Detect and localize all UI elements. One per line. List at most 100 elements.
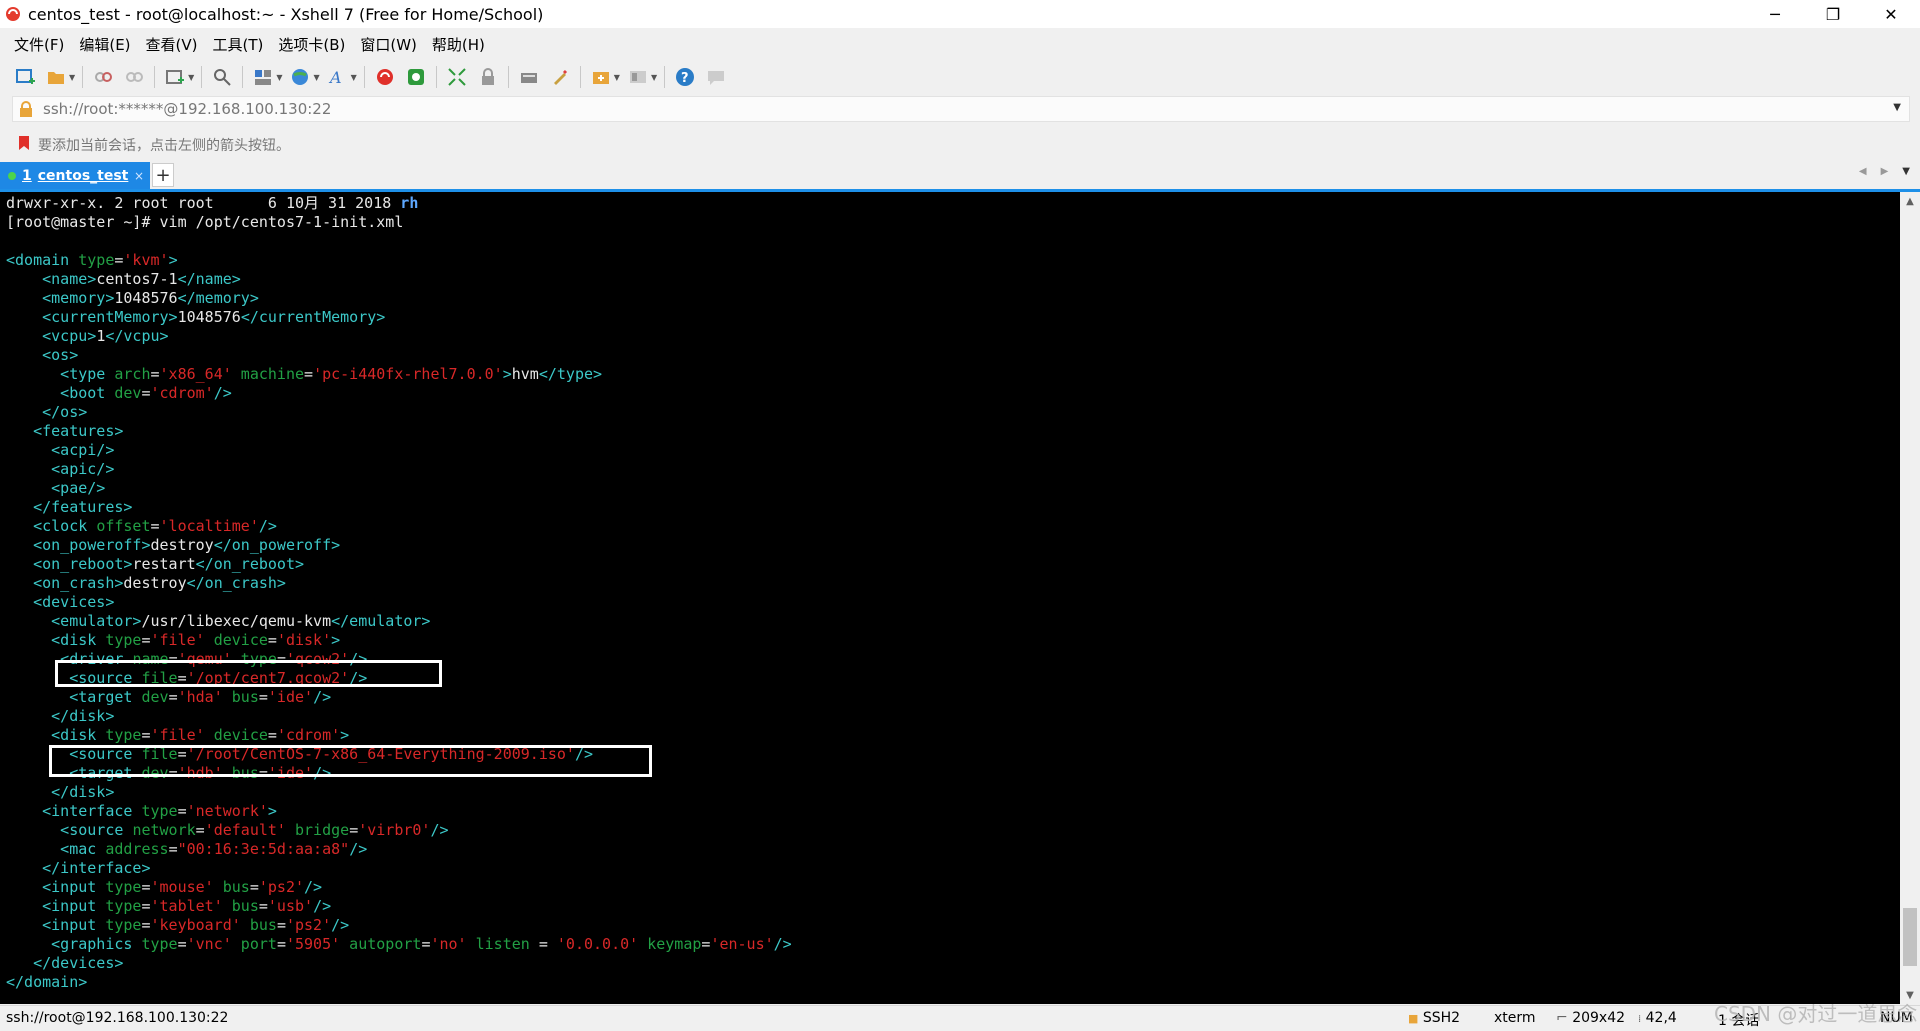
terminal-line: <graphics type='vnc' port='5905' autopor… — [6, 935, 792, 954]
terminal-token: <input — [6, 897, 106, 915]
terminal-line: </interface> — [6, 859, 150, 878]
chevron-down-icon[interactable]: ▼ — [351, 73, 357, 82]
tab-scroll-right-icon[interactable]: ▶ — [1881, 166, 1889, 177]
terminal-token: <vcpu> — [6, 327, 97, 345]
search-icon[interactable] — [211, 66, 233, 88]
globe-icon[interactable] — [289, 66, 311, 88]
chevron-down-icon[interactable]: ▼ — [614, 73, 620, 82]
add-tab-button[interactable]: + — [152, 163, 174, 187]
tab-menu-icon[interactable]: ▼ — [1902, 166, 1910, 177]
terminal-token: </type> — [538, 365, 603, 383]
menu-file[interactable]: 文件(F) — [14, 34, 64, 55]
layout-icon[interactable] — [252, 66, 274, 88]
terminal-token: type — [141, 802, 178, 820]
terminal-line: </disk> — [6, 707, 114, 726]
chevron-down-icon[interactable]: ▼ — [188, 73, 194, 82]
restore-button[interactable]: ❐ — [1804, 0, 1862, 28]
chevron-down-icon[interactable]: ▼ — [276, 73, 282, 82]
terminal-line: <input type='tablet' bus='usb'/> — [6, 897, 331, 916]
new-tab-icon[interactable] — [164, 66, 186, 88]
terminal-token: /> — [349, 840, 368, 858]
help-icon[interactable]: ? — [674, 66, 696, 88]
menu-bar: 文件(F) 编辑(E) 查看(V) 工具(T) 选项卡(B) 窗口(W) 帮助(… — [0, 30, 500, 58]
terminal-scrollbar[interactable]: ▲ ▼ — [1900, 192, 1920, 1004]
terminal-token: 'vnc' — [186, 935, 232, 953]
scroll-up-icon[interactable]: ▲ — [1900, 192, 1920, 210]
terminal-line: <disk type='file' device='disk'> — [6, 631, 340, 650]
terminal-output[interactable]: </domain> </devices> <graphics type='vnc… — [0, 192, 1900, 1004]
terminal-token: </emulator> — [331, 612, 431, 630]
lock-icon[interactable] — [477, 66, 499, 88]
terminal-token: 'kvm' — [123, 251, 169, 269]
quick-command-icon[interactable] — [590, 66, 612, 88]
address-input[interactable]: ssh://root:******@192.168.100.130:22 — [43, 100, 331, 118]
terminal-token: /> — [331, 916, 350, 934]
terminal-line: <vcpu>1</vcpu> — [6, 327, 168, 346]
compose-icon[interactable] — [627, 66, 649, 88]
xftp-icon[interactable] — [374, 66, 396, 88]
terminal-line: <currentMemory>1048576</currentMemory> — [6, 308, 385, 327]
terminal-token: <disk — [6, 631, 106, 649]
terminal-token: > — [502, 365, 512, 383]
terminal-line: <source network='default' bridge='virbr0… — [6, 821, 448, 840]
terminal-token: '0.0.0.0' — [556, 935, 639, 953]
terminal-token: <apic/> — [6, 460, 115, 478]
terminal-token: type — [78, 251, 115, 269]
terminal-line: <type arch='x86_64' machine='pc-i440fx-r… — [6, 365, 602, 384]
fullscreen-icon[interactable] — [446, 66, 468, 88]
terminal-token: device — [204, 631, 268, 649]
terminal-token: /usr/libexec/qemu-kvm — [141, 612, 332, 630]
menu-edit[interactable]: 编辑(E) — [79, 34, 130, 55]
terminal-line: <on_crash>destroy</on_crash> — [6, 574, 286, 593]
keyboard-icon[interactable] — [518, 66, 540, 88]
font-icon[interactable]: A — [327, 66, 349, 88]
open-folder-icon[interactable] — [45, 66, 67, 88]
connect-icon[interactable] — [92, 66, 114, 88]
menu-tools[interactable]: 工具(T) — [213, 34, 264, 55]
menu-window[interactable]: 窗口(W) — [360, 34, 417, 55]
svg-text:A: A — [328, 68, 342, 87]
tab-scroll-left-icon[interactable]: ◀ — [1859, 166, 1867, 177]
terminal-token: /> — [773, 935, 792, 953]
terminal-token: 'disk' — [276, 631, 332, 649]
minimize-button[interactable]: ─ — [1746, 0, 1804, 28]
terminal-token: type — [105, 726, 142, 744]
terminal-token: <on_crash> — [6, 574, 124, 592]
address-bar[interactable]: ssh://root:******@192.168.100.130:22 ▼ — [12, 96, 1910, 122]
cursor-icon: ⁞ — [1638, 1014, 1642, 1025]
terminal-token: autoport — [340, 935, 422, 953]
disconnect-icon[interactable] — [123, 66, 145, 88]
tab-bar: 1 centos_test × + ◀ ▶ ▼ — [0, 160, 1920, 192]
terminal-token: 'hda' — [177, 688, 223, 706]
bookmark-icon[interactable] — [18, 135, 32, 155]
xmanager-icon[interactable] — [405, 66, 427, 88]
terminal-line: </os> — [6, 403, 87, 422]
status-size-label: 209x42 — [1572, 1010, 1626, 1026]
terminal-token: = — [349, 821, 359, 839]
terminal-token: <name> — [6, 270, 97, 288]
close-button[interactable]: ✕ — [1862, 0, 1920, 28]
lock-icon: ■ — [1408, 1012, 1419, 1025]
scrollbar-thumb[interactable] — [1903, 908, 1917, 966]
terminal-token: = — [276, 935, 286, 953]
menu-view[interactable]: 查看(V) — [146, 34, 198, 55]
chat-icon[interactable] — [705, 66, 727, 88]
tab-centos-test[interactable]: 1 centos_test × — [0, 162, 150, 189]
chevron-down-icon[interactable]: ▼ — [69, 73, 75, 82]
terminal-token: = — [141, 384, 151, 402]
tab-close-icon[interactable]: × — [134, 169, 144, 183]
terminal-token: /> — [213, 384, 232, 402]
chevron-down-icon[interactable]: ▼ — [313, 73, 319, 82]
new-session-icon[interactable] — [14, 66, 36, 88]
menu-tab[interactable]: 选项卡(B) — [278, 34, 345, 55]
terminal-token: = — [258, 688, 268, 706]
chevron-down-icon[interactable]: ▼ — [1893, 102, 1901, 113]
terminal-token: network — [132, 821, 196, 839]
menu-help[interactable]: 帮助(H) — [432, 34, 485, 55]
chevron-down-icon[interactable]: ▼ — [651, 73, 657, 82]
highlight-icon[interactable] — [549, 66, 571, 88]
toolbar: ▼ ▼ ▼ ▼ A ▼ ▼ ▼ ? — [0, 62, 1920, 92]
terminal-token: = — [150, 517, 160, 535]
terminal-token: > — [340, 726, 350, 744]
terminal-token: </disk> — [6, 707, 115, 725]
